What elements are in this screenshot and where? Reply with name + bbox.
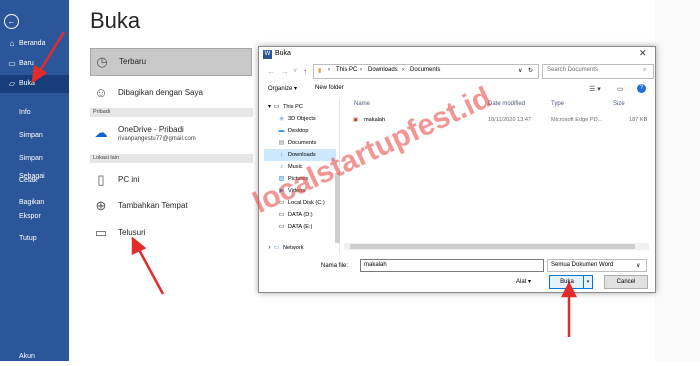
arrow-to-buka — [36, 31, 66, 75]
arrow-head — [31, 64, 48, 84]
arrow-head — [560, 281, 578, 298]
arrow-head — [131, 236, 147, 255]
arrow-to-telusuri — [135, 245, 165, 295]
annotation-arrows — [31, 31, 578, 337]
